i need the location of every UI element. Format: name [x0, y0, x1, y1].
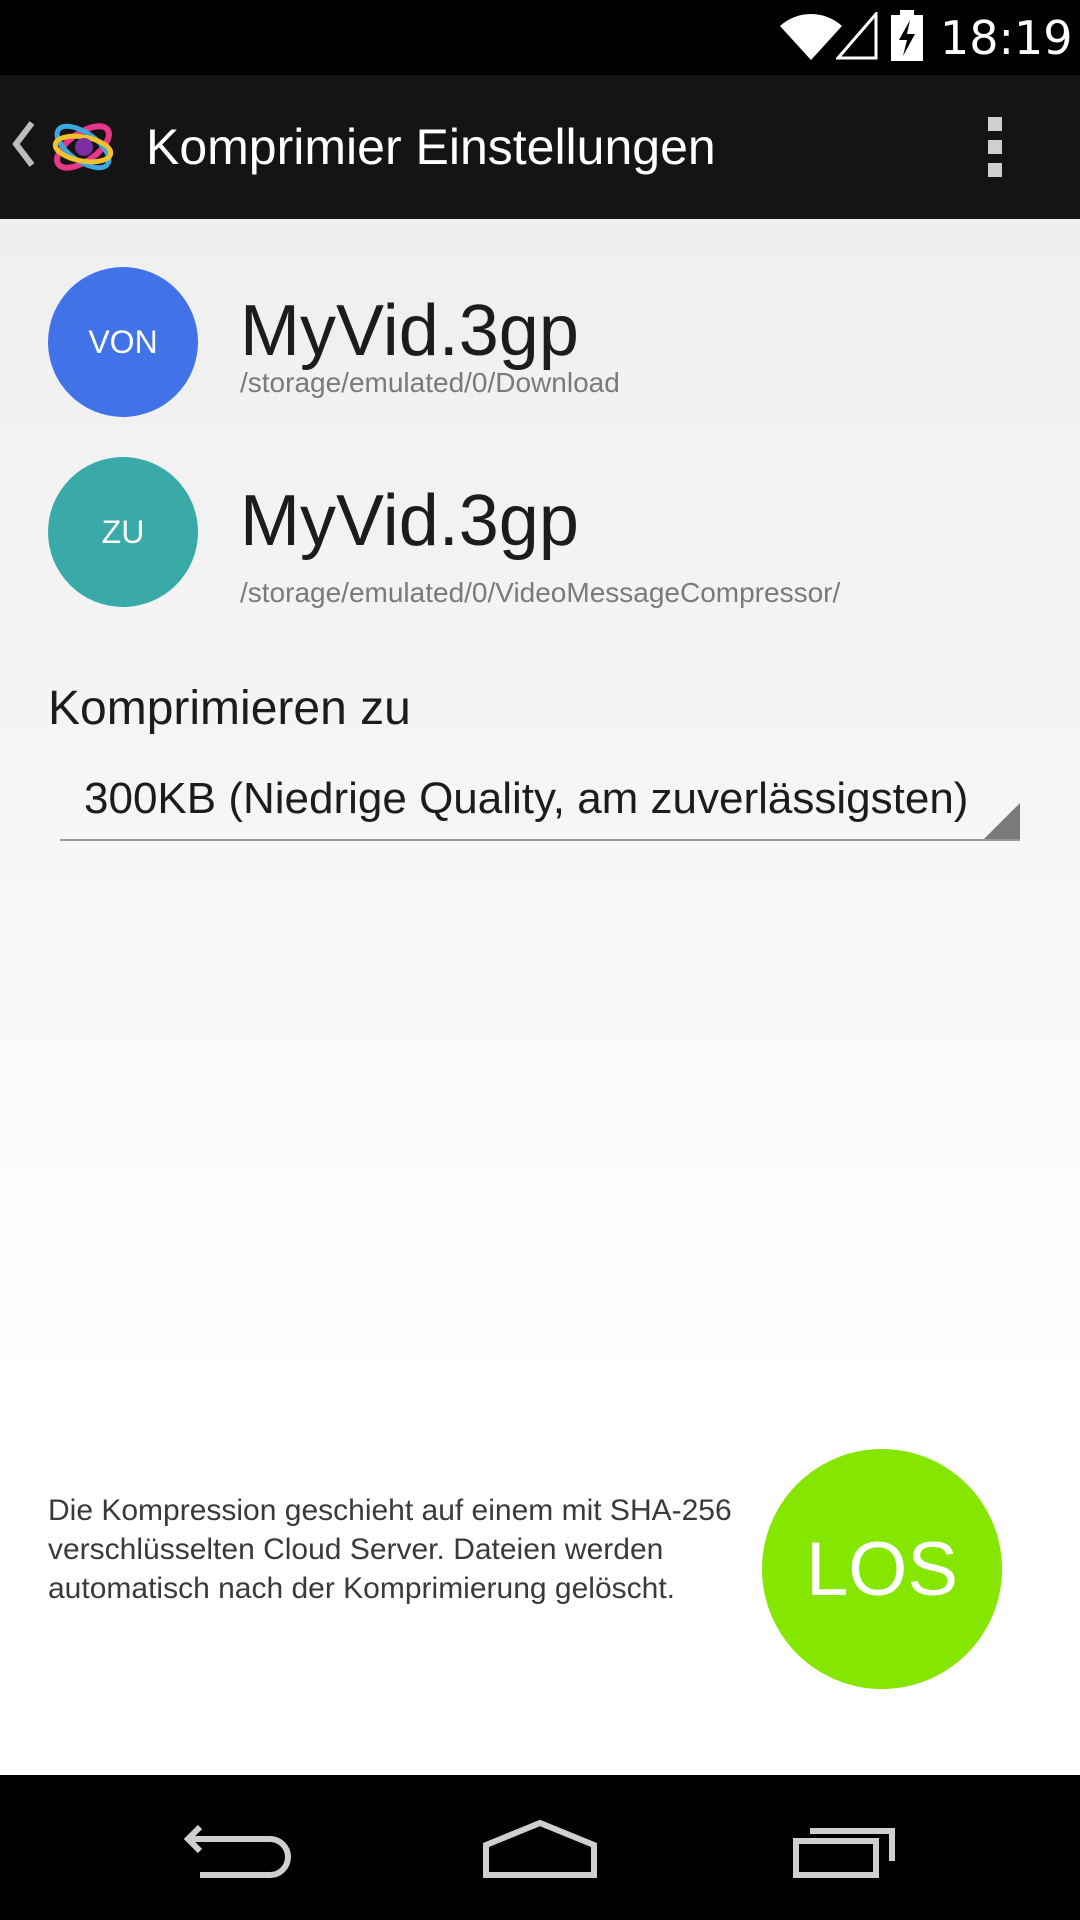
destination-file-path: /storage/emulated/0/VideoMessageCompress… [240, 577, 841, 608]
back-icon[interactable] [160, 1805, 320, 1895]
back-caret-icon[interactable] [10, 119, 36, 169]
recents-icon[interactable] [760, 1805, 920, 1895]
status-bar: 18:19 [0, 0, 1080, 75]
compress-label: Komprimieren zu [48, 682, 411, 735]
source-file-name: MyVid.3gp [240, 291, 579, 371]
content-area: VON MyVid.3gp /storage/emulated/0/Downlo… [0, 219, 1080, 1775]
signal-icon [836, 12, 878, 60]
spinner-arrow-icon [984, 803, 1020, 839]
navigation-bar [0, 1775, 1080, 1920]
destination-file-name: MyVid.3gp [240, 481, 579, 561]
info-text: Die Kompression geschieht auf einem mit … [48, 1494, 732, 1605]
destination-badge: ZU [48, 457, 198, 607]
compress-size-spinner[interactable]: 300KB (Niedrige Quality, am zuverlässigs… [60, 759, 1020, 841]
compress-size-value: 300KB (Niedrige Quality, am zuverlässigs… [84, 774, 969, 823]
source-badge: VON [48, 267, 198, 417]
overflow-menu-icon[interactable] [984, 117, 1008, 177]
app-logo-icon[interactable] [48, 109, 118, 185]
battery-charging-icon [891, 10, 923, 61]
action-bar: Komprimier Einstellungen [0, 75, 1080, 219]
source-file-path: /storage/emulated/0/Download [240, 367, 620, 398]
wifi-icon [780, 13, 842, 60]
page-title: Komprimier Einstellungen [146, 119, 716, 175]
go-button[interactable]: LOS [762, 1449, 1002, 1689]
home-icon[interactable] [460, 1805, 620, 1895]
status-clock: 18:19 [940, 11, 1073, 65]
